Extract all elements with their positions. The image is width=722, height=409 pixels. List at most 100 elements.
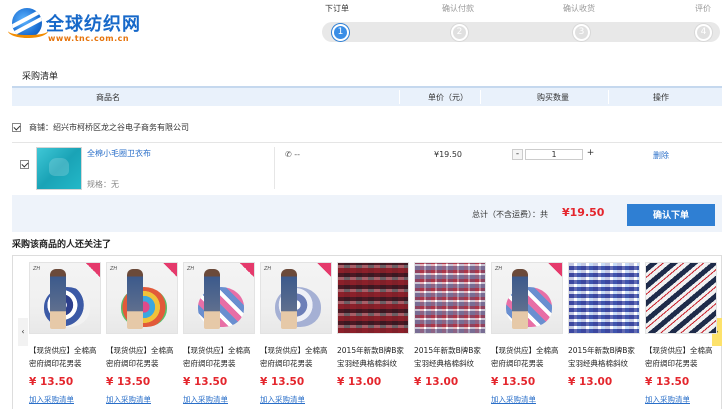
progress-track xyxy=(322,22,720,42)
column-divider xyxy=(608,90,609,104)
corner-tag xyxy=(548,263,562,277)
delete-link[interactable]: 删除 xyxy=(653,150,669,161)
quantity-input[interactable] xyxy=(525,149,583,160)
product-image[interactable] xyxy=(645,262,717,334)
item-checkbox[interactable] xyxy=(20,160,29,169)
corner-tag xyxy=(240,263,254,277)
brand-mark: ZH xyxy=(495,266,503,272)
product-card[interactable]: ZH 【现货供应】全棉高密府绸印花男装 ¥ 13.50 加入采购清单 xyxy=(260,262,332,407)
shop-row: 商铺：绍兴市柯桥区龙之谷电子商务有限公司 xyxy=(12,119,722,137)
product-card[interactable]: 2015年新款B牌B家宝羽经典格棉斜纹 ¥ 13.00 加入采购清单 xyxy=(337,262,409,407)
product-name[interactable]: 2015年新款B牌B家宝羽经典格棉斜纹 xyxy=(337,344,411,370)
product-card[interactable]: ZH 【现货供应】全棉高密府绸印花男装 ¥ 13.50 加入采购清单 xyxy=(106,262,178,407)
product-price: ¥ 13.50 xyxy=(183,376,228,388)
add-to-list-link[interactable]: 加入采购清单 xyxy=(29,394,74,405)
product-name[interactable]: 【现货供应】全棉高密府绸印花男装 xyxy=(29,344,103,370)
column-price: 单价（元） xyxy=(428,93,468,102)
product-image[interactable]: ZH xyxy=(29,262,101,334)
product-name[interactable]: 2015年新款B牌B家宝羽经典格棉斜纹 xyxy=(568,344,642,370)
brand-mark: ZH xyxy=(187,266,195,272)
product-image[interactable]: ZH xyxy=(183,262,255,334)
product-card[interactable]: ZH 【现货供应】全棉高密府绸印花男装 ¥ 13.50 加入采购清单 xyxy=(183,262,255,407)
phone-value: -- xyxy=(294,150,301,159)
swoosh-icon xyxy=(8,24,48,38)
product-card[interactable]: 2015年新款B牌B家宝羽经典格棉斜纹 ¥ 13.00 xyxy=(414,262,486,407)
logo-url: www.tnc.com.cn xyxy=(48,34,130,43)
step-1-dot: 1 xyxy=(332,24,349,41)
product-card[interactable]: ZH 【现货供应】全棉高密府绸印花男装 ¥ 13.50 加入采购清单 xyxy=(491,262,563,407)
shop-name: 绍兴市柯桥区龙之谷电子商务有限公司 xyxy=(53,123,189,132)
recommend-title: 采购该商品的人还关注了 xyxy=(12,240,112,250)
column-quantity: 购买数量 xyxy=(537,93,569,102)
column-divider xyxy=(399,90,400,104)
corner-tag xyxy=(86,263,100,277)
order-progress-steps: 下订单 确认付款 确认收货 评价 1 2 3 4 xyxy=(320,0,722,48)
step-3-dot: 3 xyxy=(573,24,590,41)
product-name[interactable]: 【现货供应】全棉高密府绸印花男装 xyxy=(183,344,257,370)
product-name[interactable]: 【现货供应】全棉高密府绸印花男装 xyxy=(106,344,180,370)
step-4-label: 评价 xyxy=(695,4,711,13)
product-price: ¥ 13.50 xyxy=(29,376,74,388)
product-image[interactable]: ZH xyxy=(491,262,563,334)
seller-phone: ✆ -- xyxy=(285,150,300,159)
product-card[interactable]: 【现货供应】全棉高密府绸印花男装 ¥ 13.50 加入采购清单 xyxy=(645,262,717,407)
corner-tag xyxy=(317,263,331,277)
add-to-list-link[interactable]: 加入采购清单 xyxy=(106,394,151,405)
model-figure xyxy=(204,269,220,329)
phone-icon: ✆ xyxy=(285,150,292,159)
product-image[interactable] xyxy=(414,262,486,334)
column-product: 商品名 xyxy=(96,93,120,102)
product-image[interactable] xyxy=(337,262,409,334)
site-logo[interactable]: 全球纺织网 www.tnc.com.cn xyxy=(8,6,162,48)
model-figure xyxy=(512,269,528,329)
product-name[interactable]: 2015年新款B牌B家宝羽经典格棉斜纹 xyxy=(414,344,488,370)
quantity-increase-button[interactable]: + xyxy=(585,149,596,160)
column-divider xyxy=(480,90,481,104)
cart-table-header: 商品名 单价（元） 购买数量 操作 xyxy=(12,86,722,106)
add-to-list-link[interactable]: 加入采购清单 xyxy=(183,394,228,405)
product-price: ¥ 13.00 xyxy=(414,376,459,388)
quantity-stepper: - + xyxy=(512,149,598,161)
logo-text: 全球纺织网 xyxy=(46,14,141,35)
product-image[interactable]: ZH xyxy=(260,262,332,334)
step-4-dot: 4 xyxy=(695,24,712,41)
product-name[interactable]: 【现货供应】全棉高密府绸印花男装 xyxy=(491,344,565,370)
product-thumbnail[interactable] xyxy=(36,147,82,190)
shop-checkbox[interactable] xyxy=(12,123,21,132)
model-figure xyxy=(281,269,297,329)
quantity-decrease-button[interactable]: - xyxy=(512,149,523,160)
product-price: ¥ 13.00 xyxy=(337,376,382,388)
confirm-order-button[interactable]: 确认下单 xyxy=(627,204,715,226)
product-price: ¥ 13.50 xyxy=(260,376,305,388)
column-actions: 操作 xyxy=(653,93,669,102)
product-price: ¥ 13.50 xyxy=(491,376,536,388)
total-label: 总计（不含运费）：共 xyxy=(472,210,548,219)
product-card[interactable]: ZH 【现货供应】全棉高密府绸印花男装 ¥ 13.50 加入采购清单 xyxy=(29,262,101,407)
unit-price: ¥19.50 xyxy=(434,150,462,159)
product-price: ¥ 13.50 xyxy=(645,376,690,388)
product-image[interactable] xyxy=(568,262,640,334)
shop-info: 商铺：绍兴市柯桥区龙之谷电子商务有限公司 xyxy=(29,122,189,133)
recommend-carousel: ‹ › ZH 【现货供应】全棉高密府绸印花男装 ¥ 13.50 加入采购清单 Z… xyxy=(12,255,722,409)
shop-label: 商铺： xyxy=(29,123,53,132)
step-2-dot: 2 xyxy=(451,24,468,41)
model-figure xyxy=(50,269,66,329)
product-card[interactable]: 2015年新款B牌B家宝羽经典格棉斜纹 ¥ 13.00 xyxy=(568,262,640,407)
product-name[interactable]: 【现货供应】全棉高密府绸印花男装 xyxy=(260,344,334,370)
add-to-list-link[interactable]: 加入采购清单 xyxy=(260,394,305,405)
product-image[interactable]: ZH xyxy=(106,262,178,334)
step-3-label: 确认收货 xyxy=(563,4,595,13)
carousel-prev-button[interactable]: ‹ xyxy=(18,318,28,346)
total-value: ¥19.50 xyxy=(562,206,605,219)
add-to-list-link[interactable]: 加入采购清单 xyxy=(491,394,536,405)
product-spec: 规格：无 xyxy=(87,180,119,189)
brand-mark: ZH xyxy=(33,266,41,272)
cart-title: 采购清单 xyxy=(22,72,59,82)
model-figure xyxy=(127,269,143,329)
product-name[interactable]: 【现货供应】全棉高密府绸印花男装 xyxy=(645,344,719,370)
cart-item-row: 全棉小毛圈卫衣布 规格：无 ✆ -- ¥19.50 - + 删除 xyxy=(12,142,722,192)
product-price: ¥ 13.00 xyxy=(568,376,613,388)
product-title-link[interactable]: 全棉小毛圈卫衣布 xyxy=(87,148,151,159)
add-to-list-link[interactable]: 加入采购清单 xyxy=(645,394,690,405)
vertical-divider xyxy=(274,147,275,189)
